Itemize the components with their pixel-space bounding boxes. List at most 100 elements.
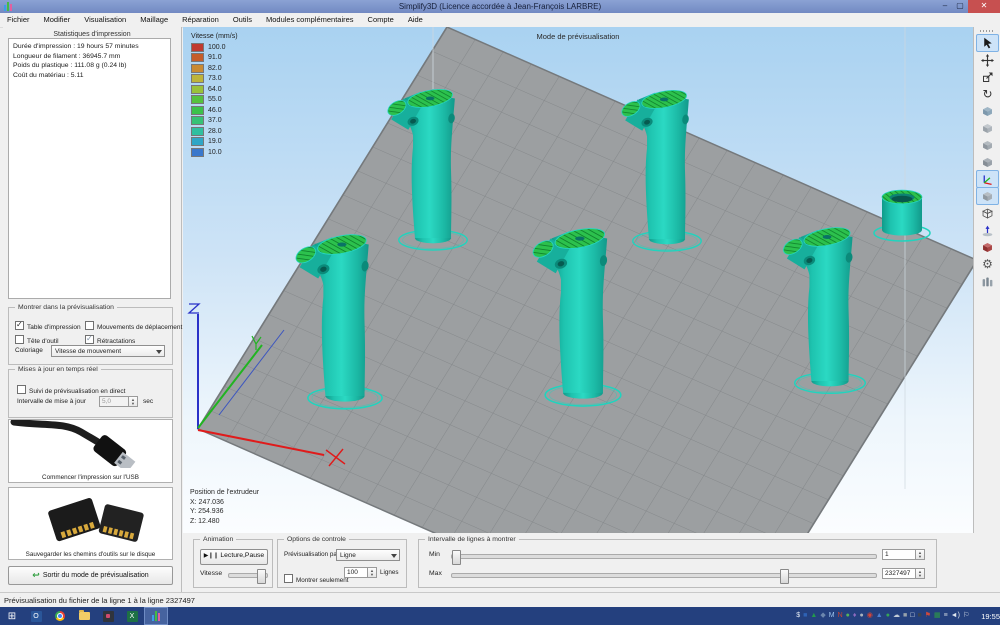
tray-icon[interactable]: ▲: [876, 611, 883, 621]
update-interval-spinner[interactable]: ▲▼: [129, 396, 138, 407]
checkbox-unchecked-icon[interactable]: [17, 385, 26, 394]
tray-icon[interactable]: ⚑: [925, 611, 931, 621]
update-interval-input[interactable]: 5,0: [99, 396, 129, 407]
coloring-select[interactable]: Vitesse de mouvement: [51, 345, 165, 357]
tray-icon[interactable]: ≡: [944, 611, 948, 621]
surface-normals-icon[interactable]: [976, 221, 999, 239]
menu-item[interactable]: Compte: [361, 13, 401, 27]
preview-by-select[interactable]: Ligne: [336, 549, 400, 561]
tray-icon[interactable]: ◆: [820, 611, 825, 621]
menu-item[interactable]: Outils: [226, 13, 259, 27]
tray-icon[interactable]: ■: [903, 611, 907, 621]
move-tool-icon[interactable]: [976, 51, 999, 69]
checkbox-unchecked-icon[interactable]: [284, 574, 293, 583]
select-tool-icon[interactable]: [976, 34, 999, 52]
tray-icon[interactable]: ▦: [934, 611, 941, 621]
play-pause-button[interactable]: ▶❙❙ Lecture,Pause: [200, 549, 268, 565]
start-button[interactable]: ⊞: [0, 607, 24, 625]
menu-item[interactable]: Réparation: [175, 13, 226, 27]
legend-color-swatch: [191, 127, 204, 136]
animation-group-label: Animation: [200, 536, 236, 543]
legend-color-swatch: [191, 137, 204, 146]
checkbox-checked-icon[interactable]: [15, 321, 24, 330]
min-line-input[interactable]: 1: [882, 549, 916, 560]
menu-item[interactable]: Fichier: [0, 13, 37, 27]
start-usb-print-button[interactable]: Commencer l'impression sur l'USB: [8, 419, 173, 483]
taskbar-outlook-icon[interactable]: O: [24, 607, 48, 625]
menu-item[interactable]: Modules complémentaires: [259, 13, 361, 27]
taskbar-explorer-icon[interactable]: [72, 607, 96, 625]
speed-slider[interactable]: [228, 573, 268, 578]
checkbox-unchecked-icon[interactable]: [85, 321, 94, 330]
menu-item[interactable]: Aide: [401, 13, 430, 27]
tray-icon[interactable]: N: [838, 611, 843, 621]
min-slider-handle[interactable]: [452, 550, 461, 565]
title-bar[interactable]: Simplify3D (Licence accordée à Jean-Fran…: [0, 0, 1000, 13]
preview-3d-viewport[interactable]: [183, 27, 973, 533]
perspective-cube-toggle-icon[interactable]: [976, 187, 999, 205]
tray-icon[interactable]: ♦: [853, 611, 857, 621]
minimize-button[interactable]: –: [938, 0, 952, 13]
tray-icon[interactable]: ■: [803, 611, 807, 621]
max-line-input[interactable]: 2327497: [882, 568, 916, 579]
tray-icon[interactable]: ■: [917, 611, 921, 621]
preview-mode-label: Mode de prévisualisation: [183, 32, 973, 41]
coordinate-axes-toggle-icon[interactable]: [976, 170, 999, 188]
taskbar-photo-app-icon[interactable]: [96, 607, 120, 625]
taskbar-excel-icon[interactable]: X: [120, 607, 144, 625]
menu-item[interactable]: Maillage: [133, 13, 175, 27]
tray-icon[interactable]: ●: [886, 611, 890, 621]
tray-icon[interactable]: ◉: [867, 611, 873, 621]
show-only-spinner[interactable]: ▲▼: [368, 567, 377, 578]
min-line-slider[interactable]: [451, 554, 877, 559]
tray-icon[interactable]: ●: [846, 611, 850, 621]
show-only-input[interactable]: 100: [344, 567, 368, 578]
save-toolpaths-button[interactable]: Sauvegarder les chemins d'outils sur le …: [8, 487, 173, 560]
stat-line: Longueur de filament : 36945.7 mm: [13, 52, 166, 62]
max-line-spinner[interactable]: ▲▼: [916, 568, 925, 579]
tray-icon[interactable]: ●: [859, 611, 863, 621]
tray-icon[interactable]: ▲: [810, 611, 817, 621]
wireframe-view-icon[interactable]: [976, 204, 999, 222]
menu-item[interactable]: Modifier: [37, 13, 78, 27]
tray-icon[interactable]: ◄): [951, 611, 960, 621]
lines-label: Lignes: [380, 569, 399, 576]
view-default-cube-icon[interactable]: [976, 102, 999, 120]
machine-control-icon[interactable]: [976, 272, 999, 290]
scale-tool-icon[interactable]: [976, 68, 999, 86]
rotate-tool-icon[interactable]: ↻: [976, 85, 999, 103]
checkbox-unchecked-icon[interactable]: [15, 335, 24, 344]
tray-icon[interactable]: ☁: [893, 611, 900, 621]
show-only-checkbox[interactable]: Montrer seulement: [284, 569, 349, 587]
view-side-cube-icon[interactable]: [976, 153, 999, 171]
max-slider-handle[interactable]: [780, 569, 789, 584]
checkbox-checked-icon[interactable]: [85, 335, 94, 344]
cross-section-tool-icon[interactable]: [976, 238, 999, 256]
taskbar-simplify3d-icon[interactable]: [144, 607, 168, 625]
min-line-spinner[interactable]: ▲▼: [916, 549, 925, 560]
speed-slider-handle[interactable]: [257, 569, 266, 584]
legend-entry: 28.0: [191, 126, 238, 137]
settings-gear-icon[interactable]: ⚙: [976, 255, 999, 273]
legend-title: Vitesse (mm/s): [191, 33, 238, 40]
legend-entry: 10.0: [191, 147, 238, 158]
max-label: Max: [429, 570, 442, 577]
maximize-button[interactable]: ▢: [953, 0, 967, 13]
view-front-cube-icon[interactable]: [976, 136, 999, 154]
speed-label: Vitesse: [200, 570, 222, 577]
view-top-cube-icon[interactable]: [976, 119, 999, 137]
update-interval-label: Intervalle de mise à jour: [17, 398, 86, 405]
tray-icon[interactable]: $: [796, 611, 800, 621]
tray-icon[interactable]: □: [910, 611, 914, 621]
tray-icon[interactable]: ⚐: [963, 611, 969, 621]
legend-value: 28.0: [208, 128, 222, 135]
toolbar-grip[interactable]: [980, 30, 994, 32]
menu-item[interactable]: Visualisation: [77, 13, 133, 27]
exit-preview-button[interactable]: ↩Sortir du mode de prévisualisation: [8, 566, 173, 585]
taskbar-chrome-icon[interactable]: [48, 607, 72, 625]
show-in-preview-label: Montrer dans la prévisualisation: [15, 304, 117, 311]
close-button[interactable]: ✕: [968, 0, 1000, 13]
tray-icon[interactable]: M: [829, 611, 835, 621]
legend-value: 19.0: [208, 138, 222, 145]
max-line-slider[interactable]: [451, 573, 877, 578]
